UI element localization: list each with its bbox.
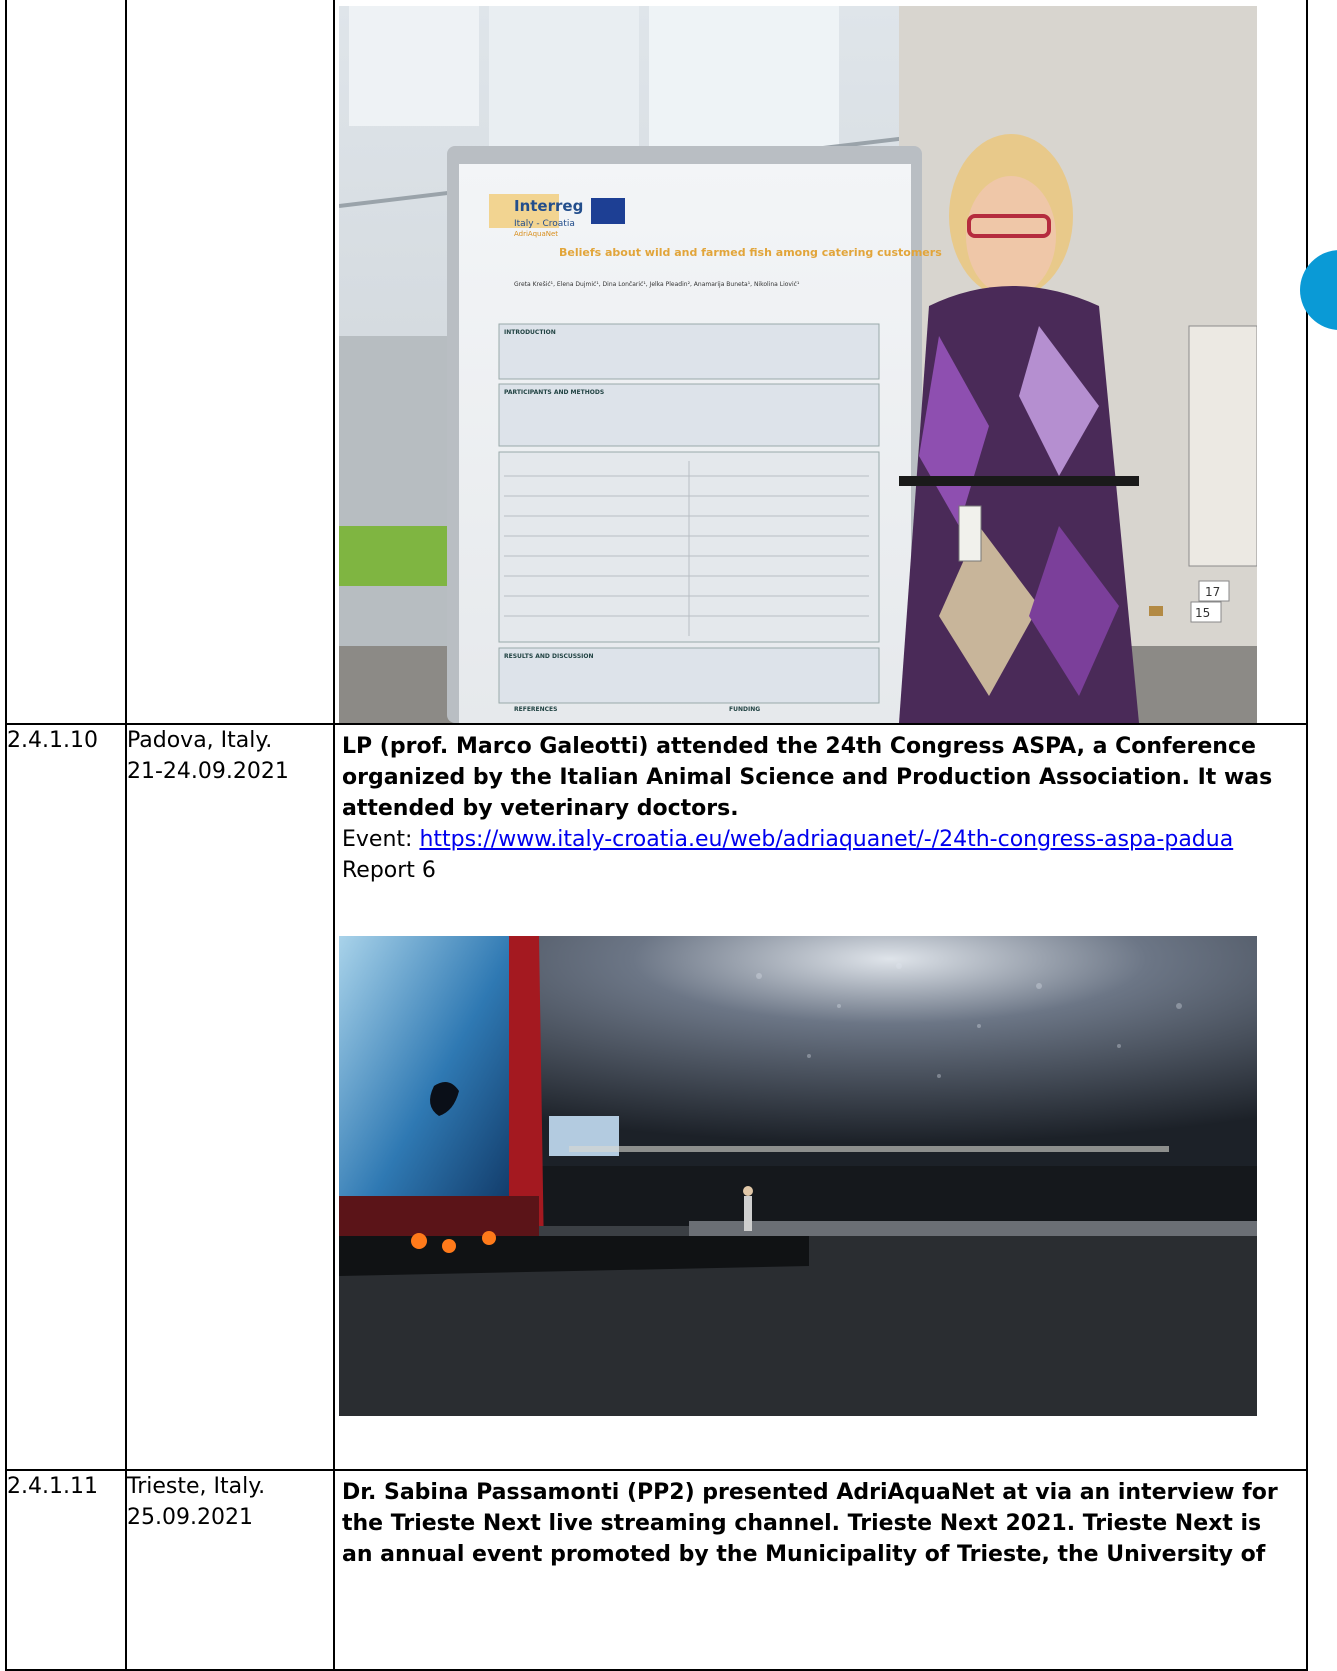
- board-number-15: 15: [1195, 606, 1210, 620]
- activity-table: Interreg Italy - Croatia AdriAquaNet Bel…: [5, 0, 1308, 1671]
- location-date: 21-24.09.2021: [127, 759, 289, 784]
- poster-title: Beliefs about wild and farmed fish among…: [559, 246, 942, 259]
- location-place: Trieste, Italy.: [127, 1474, 266, 1499]
- poster-photo: Interreg Italy - Croatia AdriAquaNet Bel…: [339, 6, 1257, 723]
- poster-section-intro: INTRODUCTION: [504, 329, 556, 336]
- location-cell: Padova, Italy. 21-24.09.2021: [125, 723, 335, 1471]
- activity-id: 2.4.1.11: [7, 1474, 98, 1499]
- poster-logo: Interreg: [514, 197, 583, 215]
- table-row: Interreg Italy - Croatia AdriAquaNet Bel…: [5, 0, 1308, 725]
- location-place: Padova, Italy.: [127, 728, 273, 753]
- event-line: Event: https://www.italy-croatia.eu/web/…: [342, 824, 1298, 855]
- poster-section-methods: PARTICIPANTS AND METHODS: [504, 389, 604, 396]
- activity-description: Dr. Sabina Passamonti (PP2) presented Ad…: [342, 1480, 1278, 1567]
- report-label: Report 6: [342, 858, 436, 883]
- poster-section-references: REFERENCES: [514, 706, 557, 713]
- table-row: 2.4.1.10 Padova, Italy. 21-24.09.2021 LP…: [5, 723, 1308, 1471]
- poster-logo-sub: Italy - Croatia: [514, 219, 575, 229]
- event-link[interactable]: https://www.italy-croatia.eu/web/adriaqu…: [419, 827, 1233, 852]
- event-label: Event:: [342, 827, 420, 852]
- table-row: 2.4.1.11 Trieste, Italy. 25.09.2021 Dr. …: [5, 1469, 1308, 1671]
- poster-section-results: RESULTS AND DISCUSSION: [504, 653, 594, 660]
- location-cell: [125, 0, 335, 725]
- location-date: 25.09.2021: [127, 1505, 253, 1530]
- poster-section-funding: FUNDING: [729, 706, 760, 713]
- description-cell: Dr. Sabina Passamonti (PP2) presented Ad…: [333, 1469, 1308, 1671]
- board-number-17: 17: [1205, 585, 1220, 599]
- conference-photo: [339, 936, 1257, 1416]
- activity-id-cell: [5, 0, 127, 725]
- poster-project: AdriAquaNet: [514, 230, 558, 238]
- activity-id-cell: 2.4.1.11: [5, 1469, 127, 1671]
- activity-id: 2.4.1.10: [7, 728, 98, 753]
- poster-authors: Greta Krešić¹, Elena Dujmić¹, Dina Lonča…: [514, 281, 800, 288]
- activity-id-cell: 2.4.1.10: [5, 723, 127, 1471]
- description-cell: Interreg Italy - Croatia AdriAquaNet Bel…: [333, 0, 1308, 725]
- description-cell: LP (prof. Marco Galeotti) attended the 2…: [333, 723, 1308, 1471]
- location-cell: Trieste, Italy. 25.09.2021: [125, 1469, 335, 1671]
- activity-description: LP (prof. Marco Galeotti) attended the 2…: [342, 734, 1273, 821]
